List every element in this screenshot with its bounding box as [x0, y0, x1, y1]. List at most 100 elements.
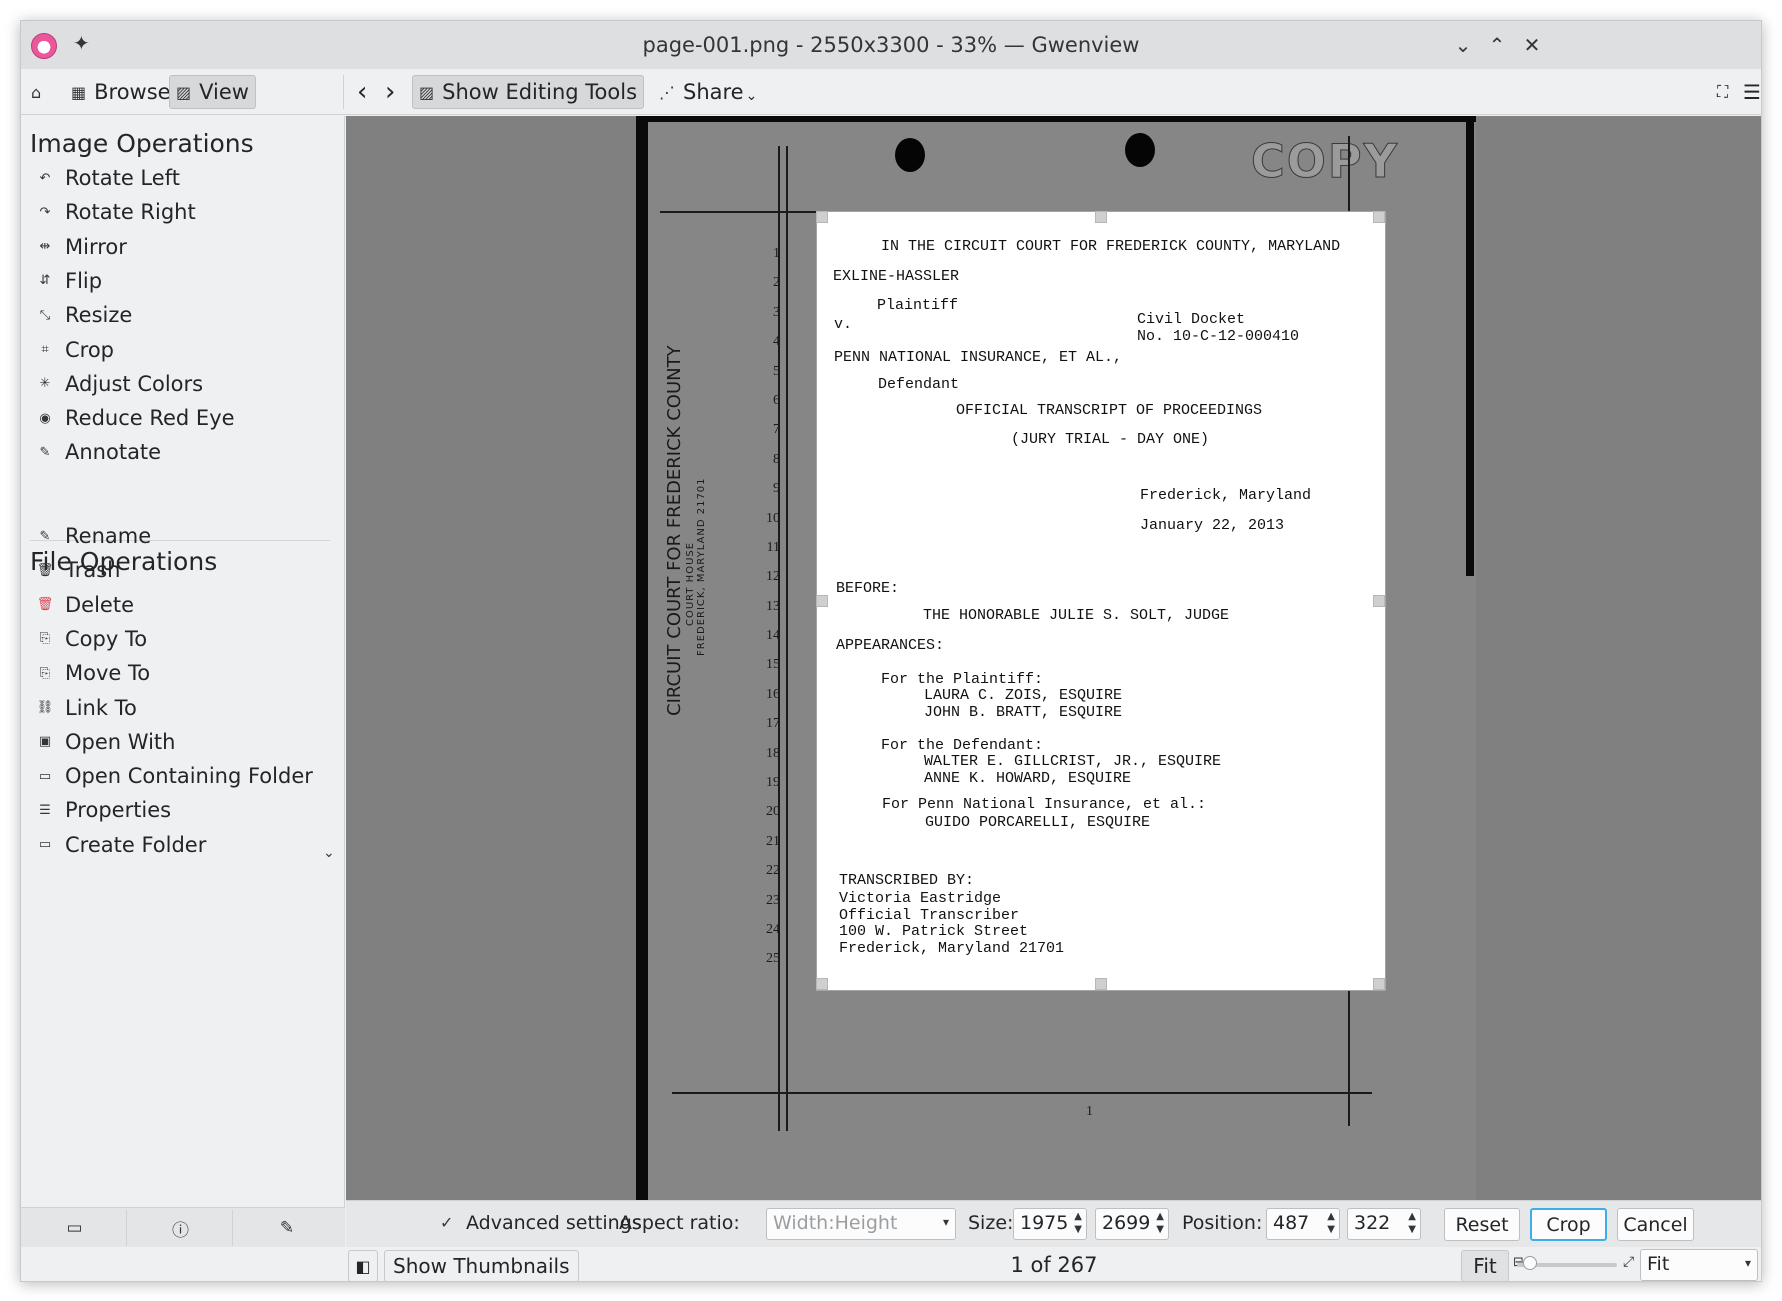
operation-adjust-colors[interactable]: ✳ Adjust Colors — [33, 367, 204, 401]
browse-button[interactable]: ▦ Browse — [65, 75, 177, 109]
operation-flip[interactable]: ⇵ Flip — [33, 264, 103, 298]
show-editing-tools-button[interactable]: ▨ Show Editing Tools — [412, 75, 645, 109]
operation-trash[interactable]: 🗑 Trash — [33, 553, 121, 587]
chevron-right-icon: › — [385, 77, 396, 107]
operation-create-folder[interactable]: ▭ Create Folder — [33, 828, 207, 862]
operation-open-containing-folder[interactable]: ▭ Open Containing Folder — [33, 759, 313, 793]
hamburger-menu-button[interactable]: ☰ — [1737, 75, 1761, 109]
line-number: 9 — [773, 481, 780, 497]
chevron-up-icon[interactable]: ⌃ — [1483, 31, 1511, 59]
operation-crop[interactable]: ⌗ Crop — [33, 333, 114, 367]
spin-arrows-icon[interactable]: ▲ ▼ — [1327, 1210, 1335, 1236]
aspect-ratio-combobox[interactable]: Width:Height ▾ — [766, 1208, 956, 1240]
doc-line: No. 10-C-12-000410 — [1137, 328, 1300, 345]
zoom-value: Fit — [1647, 1253, 1670, 1275]
title-bar: ✦ page-001.png - 2550x3300 - 33% — Gwenv… — [21, 21, 1761, 69]
close-icon[interactable]: ✕ — [1518, 31, 1546, 59]
operation-copy-to[interactable]: ⎘ Copy To — [33, 622, 147, 656]
operation-link-to[interactable]: ⛓ Link To — [33, 691, 137, 725]
court-side-title: CIRCUIT COURT FOR FREDERICK COUNTY COURT… — [664, 345, 707, 716]
operation-label: Delete — [65, 592, 134, 617]
information-tab-button[interactable]: ⓘ — [129, 1210, 233, 1246]
previous-button[interactable]: ‹ — [351, 75, 373, 109]
line-number: 6 — [773, 392, 780, 408]
resize-icon: ⤡ — [39, 307, 51, 323]
page-number: 1 — [1086, 1104, 1093, 1119]
cancel-button[interactable]: Cancel — [1617, 1208, 1694, 1241]
view-button[interactable]: ▨ View — [169, 75, 256, 109]
show-thumbnails-button[interactable]: Show Thumbnails — [384, 1250, 579, 1281]
crop-handle-top-right[interactable] — [1373, 211, 1385, 223]
fullscreen-button[interactable]: ⛶ — [1711, 75, 1734, 109]
operation-reduce-red-eye[interactable]: ◉ Reduce Red Eye — [33, 401, 234, 435]
status-bar: ◧ 1 of 267 Show Thumbnails Fit ⊟ ⤢ Fit ▾ — [346, 1247, 1761, 1281]
spin-arrows-icon[interactable]: ▲ ▼ — [1074, 1210, 1082, 1236]
operation-annotate[interactable]: ✎ Annotate — [33, 435, 162, 469]
doc-line: IN THE CIRCUIT COURT FOR FREDERICK COUNT… — [881, 238, 1341, 255]
crop-y-spinbox[interactable]: 322 ▲ ▼ — [1347, 1208, 1421, 1240]
operation-delete[interactable]: 🗑 Delete — [33, 588, 134, 622]
zoom-combobox[interactable]: Fit ▾ — [1640, 1249, 1758, 1281]
advanced-settings-label[interactable]: Advanced settings — [466, 1212, 642, 1234]
line-number: 8 — [773, 451, 780, 467]
doc-line: Civil Docket — [1137, 311, 1246, 328]
crop-button[interactable]: Crop — [1530, 1208, 1607, 1241]
red-eye-icon: ◉ — [39, 410, 51, 426]
home-icon: ⌂ — [31, 82, 42, 102]
operations-tab-button[interactable]: ✎ — [235, 1210, 339, 1246]
line-number: 19 — [766, 775, 780, 791]
crop-handle-bottom-right[interactable] — [1373, 978, 1385, 990]
crop-selection[interactable]: IN THE CIRCUIT COURT FOR FREDERICK COUNT… — [816, 211, 1386, 991]
operation-label: Annotate — [65, 440, 162, 465]
doc-line: For the Plaintiff: — [881, 671, 1044, 688]
next-button[interactable]: › — [379, 75, 401, 109]
chevron-down-icon[interactable]: ⌄ — [1449, 31, 1477, 59]
operation-label: Resize — [65, 303, 133, 328]
grid-icon: ▦ — [71, 82, 87, 102]
operation-move-to[interactable]: ⎘ Move To — [33, 656, 150, 690]
doc-line: Victoria Eastridge — [839, 890, 1002, 907]
copy-stamp: COPY — [1251, 134, 1399, 189]
open-with-icon: ▣ — [38, 734, 52, 750]
crop-handle-top-left[interactable] — [816, 211, 828, 223]
doc-line: January 22, 2013 — [1140, 517, 1285, 534]
crop-handle-bottom[interactable] — [1095, 978, 1107, 990]
zoom-slider-handle[interactable] — [1523, 1256, 1537, 1270]
operation-resize[interactable]: ⤡ Resize — [33, 298, 133, 332]
crop-height-spinbox[interactable]: 2699 ▲ ▼ — [1095, 1208, 1169, 1240]
zoom-in-icon[interactable]: ⤢ — [1623, 1254, 1634, 1270]
line-number: 21 — [766, 833, 780, 849]
crop-x-spinbox[interactable]: 487 ▲ ▼ — [1266, 1208, 1340, 1240]
crop-icon: ⌗ — [41, 342, 49, 357]
more-operations-chevron-icon[interactable]: ⌄ — [323, 845, 335, 861]
rotate-right-icon: ↷ — [39, 204, 51, 220]
dropdown-arrow-icon: ▾ — [942, 1215, 949, 1229]
crop-width-spinbox[interactable]: 1975 ▲ ▼ — [1013, 1208, 1087, 1240]
crop-handle-right[interactable] — [1373, 595, 1385, 607]
reset-button[interactable]: Reset — [1444, 1208, 1520, 1241]
crop-handle-top[interactable] — [1095, 211, 1107, 223]
operation-rotate-right[interactable]: ↷ Rotate Right — [33, 195, 196, 229]
crop-toolbar: ✓ Advanced settings Aspect ratio: Width:… — [346, 1200, 1761, 1247]
transcript-text: IN THE CIRCUIT COURT FOR FREDERICK COUNT… — [817, 212, 1385, 990]
punch-hole — [895, 138, 925, 172]
home-button[interactable]: ⌂ — [25, 75, 55, 109]
fit-button[interactable]: Fit — [1461, 1250, 1509, 1281]
operation-properties[interactable]: ☰ Properties — [33, 793, 171, 827]
operation-open-with[interactable]: ▣ Open With — [33, 725, 176, 759]
crop-handle-bottom-left[interactable] — [816, 978, 828, 990]
doc-line: GUIDO PORCARELLI, ESQUIRE — [925, 814, 1151, 831]
doc-line: LAURA C. ZOIS, ESQUIRE — [924, 687, 1123, 704]
punch-hole — [1125, 133, 1155, 167]
spin-arrows-icon[interactable]: ▲ ▼ — [1156, 1210, 1164, 1236]
operation-label: Crop — [65, 337, 115, 362]
create-folder-icon: ▭ — [38, 837, 52, 853]
folders-tab-button[interactable]: ▭ — [23, 1210, 127, 1246]
spin-arrows-icon[interactable]: ▲ ▼ — [1408, 1210, 1416, 1236]
crop-handle-left[interactable] — [816, 595, 828, 607]
advanced-settings-checkbox[interactable]: ✓ — [440, 1214, 458, 1232]
operation-rename[interactable]: ✎ Rename — [33, 519, 152, 553]
operation-rotate-left[interactable]: ↶ Rotate Left — [33, 161, 180, 195]
operation-mirror[interactable]: ⇹ Mirror — [33, 230, 127, 264]
share-button[interactable]: ⋰ Share ⌄ — [653, 75, 763, 109]
